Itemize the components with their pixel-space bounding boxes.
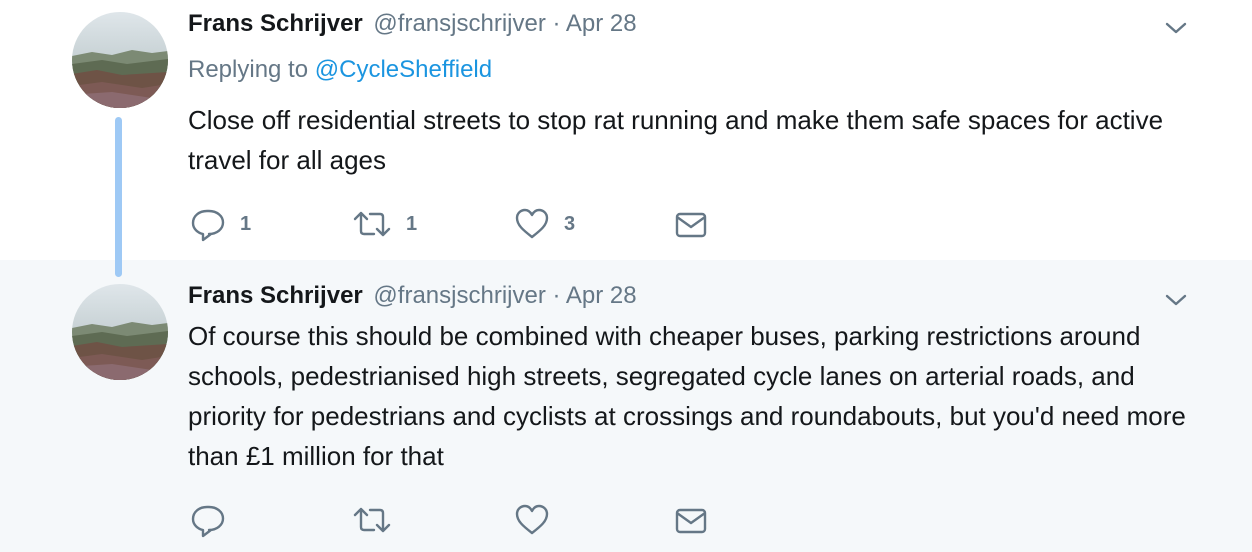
username[interactable]: @fransjschrijver	[373, 10, 545, 37]
replying-to-label: Replying to	[188, 56, 309, 83]
tweet-header: Frans Schrijver @fransjschrijver · Apr 2…	[188, 10, 637, 38]
reply-button[interactable]	[190, 500, 226, 540]
message-icon	[675, 212, 707, 238]
reply-icon	[191, 209, 225, 242]
like-button[interactable]	[514, 500, 550, 540]
reply-icon	[191, 505, 225, 538]
tweet-text: Of course this should be combined with c…	[188, 321, 1186, 471]
retweet-button[interactable]: 1	[352, 204, 417, 244]
timestamp[interactable]: · Apr 28	[553, 10, 637, 37]
direct-message-button[interactable]	[674, 500, 708, 540]
thread-connector	[115, 117, 122, 277]
retweet-button[interactable]	[352, 500, 392, 540]
replying-to: Replying to @CycleSheffield	[188, 56, 492, 84]
avatar[interactable]	[72, 12, 168, 108]
message-icon	[675, 508, 707, 534]
like-count: 3	[564, 212, 576, 235]
tweet[interactable]: Frans Schrijver @fransjschrijver · Apr 2…	[0, 0, 1252, 277]
tweet-actions	[188, 500, 748, 540]
tweet-header: Frans Schrijver @fransjschrijver · Apr 2…	[188, 282, 637, 310]
tweet-text: Close off residential streets to stop ra…	[188, 105, 1164, 175]
chevron-down-icon	[1165, 294, 1187, 306]
retweet-icon	[353, 507, 391, 533]
like-button[interactable]: 3	[514, 204, 575, 244]
display-name[interactable]: Frans Schrijver	[188, 282, 363, 309]
display-name[interactable]: Frans Schrijver	[188, 10, 363, 37]
replying-to-link[interactable]: @CycleSheffield	[315, 56, 492, 83]
tweet-actions: 1 1 3	[188, 204, 748, 244]
reply-button[interactable]: 1	[190, 204, 251, 244]
tweet-menu-button[interactable]	[1160, 16, 1192, 40]
like-icon	[515, 504, 549, 535]
tweet-menu-button[interactable]	[1160, 288, 1192, 312]
avatar[interactable]	[72, 284, 168, 380]
tweet[interactable]: Frans Schrijver @fransjschrijver · Apr 2…	[0, 260, 1252, 552]
retweet-count: 1	[406, 212, 418, 235]
retweet-icon	[353, 211, 391, 237]
direct-message-button[interactable]	[674, 204, 708, 244]
timestamp[interactable]: · Apr 28	[553, 282, 637, 309]
reply-count: 1	[240, 212, 252, 235]
like-icon	[515, 208, 549, 239]
username[interactable]: @fransjschrijver	[373, 282, 545, 309]
chevron-down-icon	[1165, 22, 1187, 34]
